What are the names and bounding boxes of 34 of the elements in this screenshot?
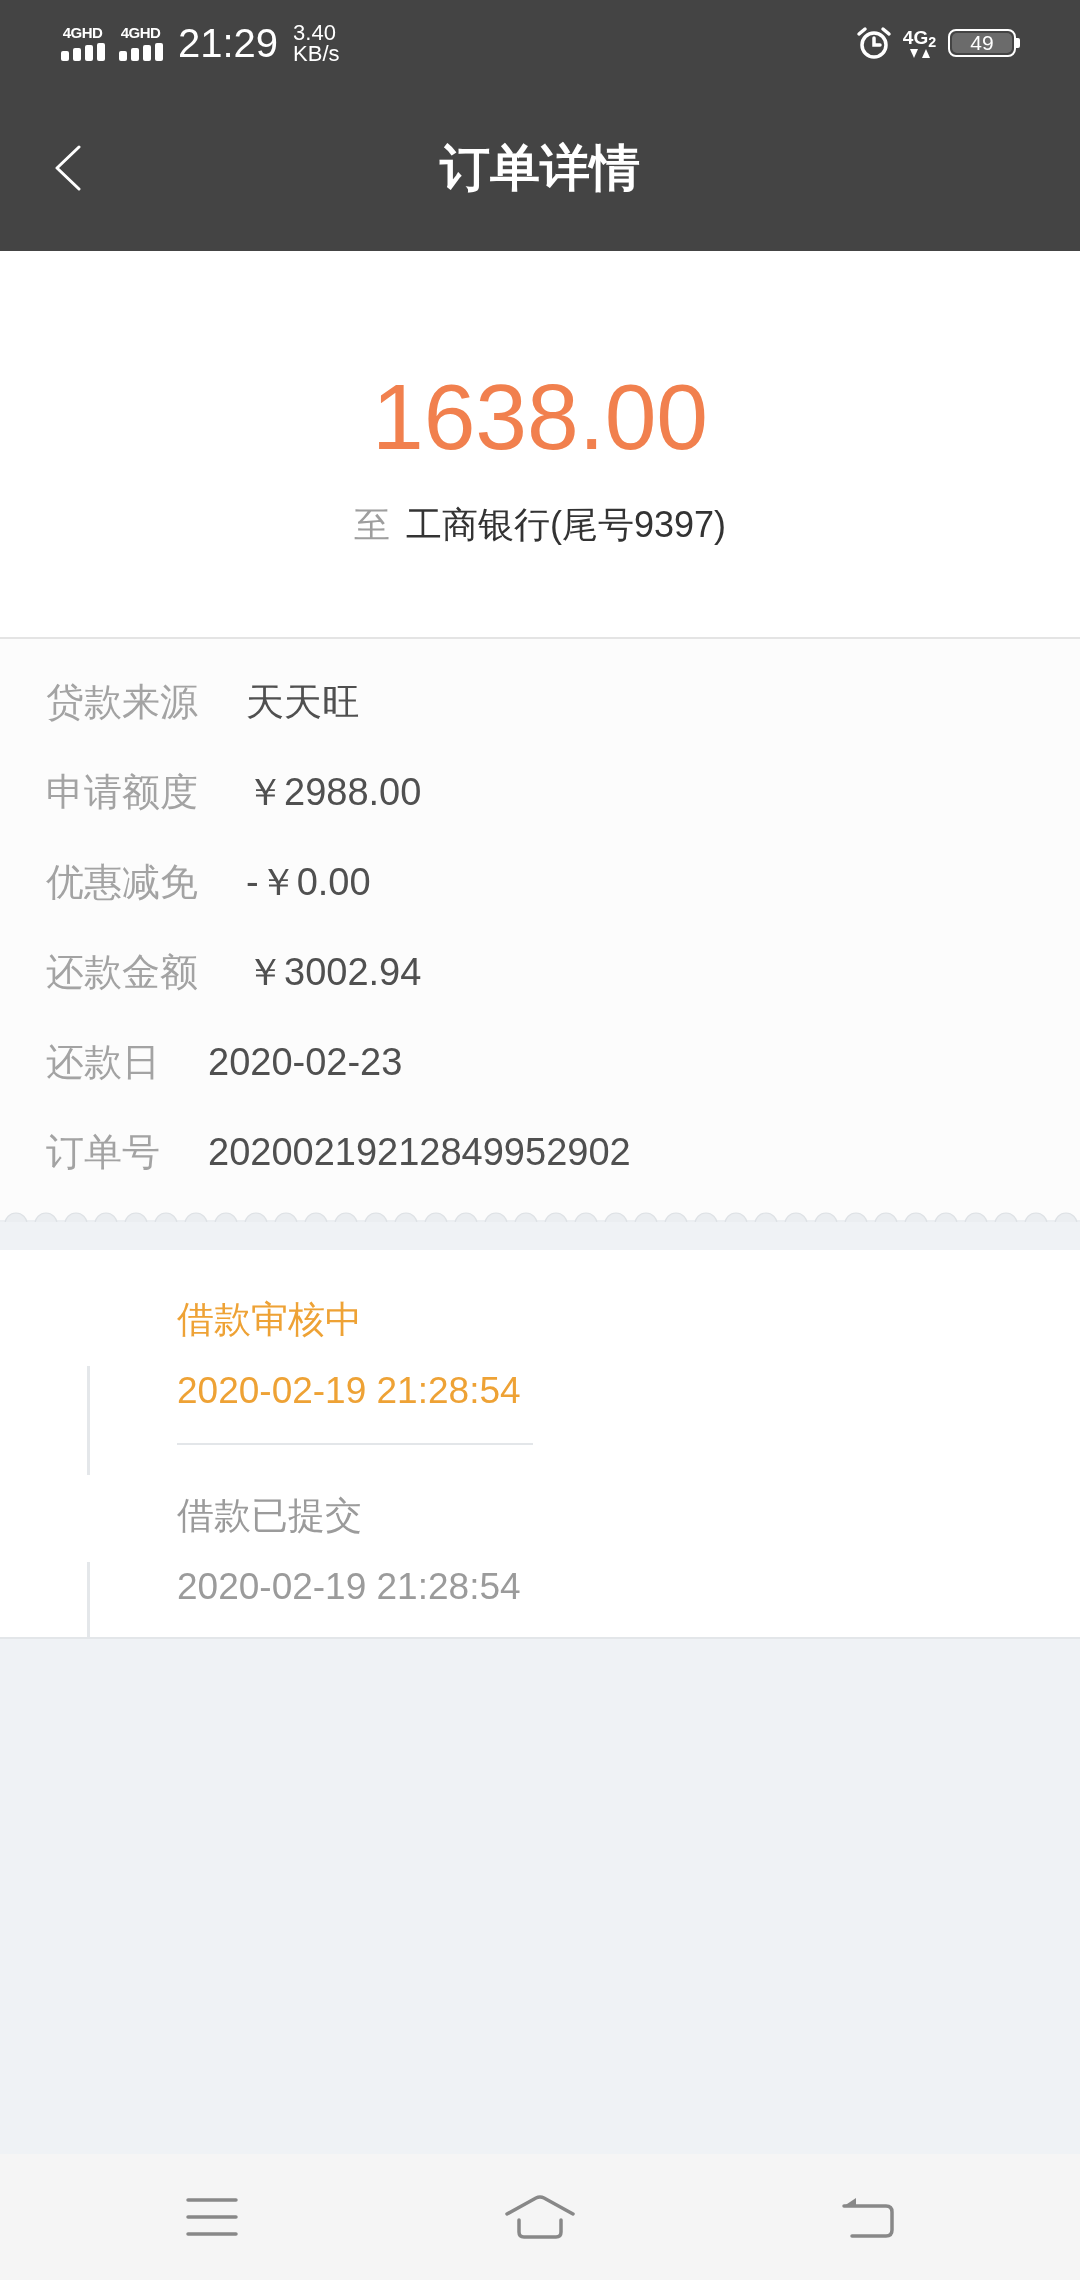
transfer-prefix: 至 (353, 503, 390, 547)
bank-account: 工商银行(尾号9397) (405, 503, 727, 547)
detail-value: -￥0.00 (246, 860, 371, 905)
detail-value: 2020-02-23 (208, 1040, 403, 1085)
detail-label: 优惠减免 (46, 860, 198, 905)
timeline-status: 借款已提交 (177, 1494, 363, 1538)
status-time: 21:29 (178, 22, 279, 63)
network-speed-value: 3.40 (293, 21, 337, 43)
detail-value: 20200219212849952902 (208, 1130, 631, 1175)
signal-icon (60, 42, 105, 61)
detail-label: 贷款来源 (46, 680, 198, 725)
network-type-label: 4GHD (62, 24, 103, 40)
detail-value: 天天旺 (246, 680, 360, 725)
page-title: 订单详情 (440, 143, 640, 193)
data-activity-icon (908, 48, 931, 58)
detail-label: 申请额度 (46, 770, 198, 815)
timeline-time: 2020-02-19 21:28:54 (177, 1369, 522, 1413)
detail-value: ￥3002.94 (246, 950, 422, 995)
home-icon[interactable] (505, 2195, 575, 2239)
menu-icon[interactable] (186, 2198, 238, 2236)
timeline-time: 2020-02-19 21:28:54 (177, 1565, 521, 1609)
network-type-label: 4GHD (120, 24, 161, 40)
detail-label: 还款日 (46, 1040, 160, 1085)
battery-indicator: 49 (948, 28, 1020, 57)
signal-icon (118, 42, 163, 61)
alarm-clock-icon (856, 25, 892, 60)
back-icon[interactable] (54, 145, 81, 191)
detail-label: 还款金额 (46, 950, 198, 995)
detail-label: 订单号 (46, 1130, 160, 1175)
detail-value: ￥2988.00 (246, 770, 422, 815)
timeline-status: 借款审核中 (177, 1298, 363, 1342)
amount-value: 1638.00 (371, 371, 709, 464)
network-speed-unit: KB/s (293, 42, 340, 64)
mobile-data-label: 4G$_{2}$ (902, 27, 937, 48)
